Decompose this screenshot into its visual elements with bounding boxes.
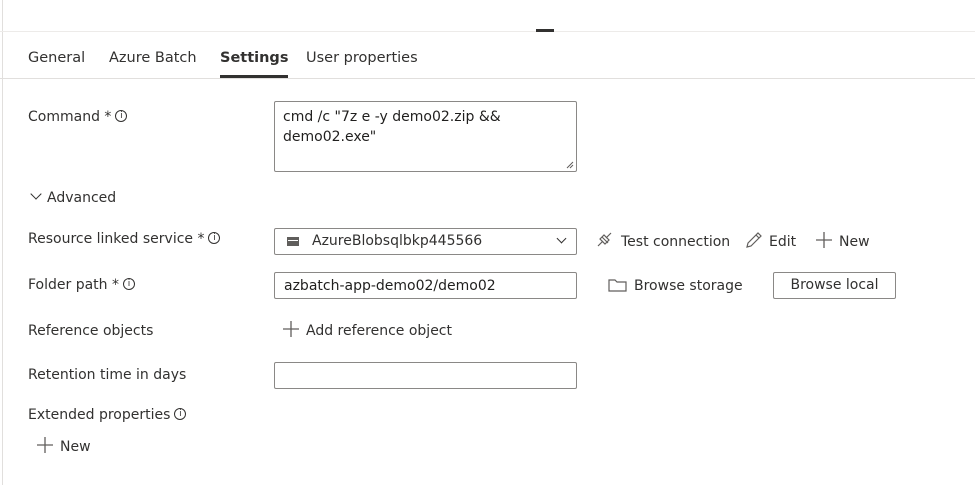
extended-label-row: Extended properties i (28, 407, 187, 423)
browse-local-button[interactable]: Browse local (773, 272, 896, 299)
browse-storage-button[interactable]: Browse storage (608, 276, 743, 296)
reference-label: Reference objects (28, 323, 154, 339)
new-linked-service-button[interactable]: New (815, 231, 870, 252)
test-connection-button[interactable]: Test connection (595, 231, 730, 252)
tab-general[interactable]: General (28, 44, 85, 72)
new-extended-property-button[interactable]: New (36, 436, 91, 457)
chevron-down-icon (30, 188, 42, 200)
resource-label: Resource linked service * (28, 231, 205, 247)
info-icon: i (208, 232, 221, 244)
plug-icon (597, 232, 612, 247)
info-icon: i (123, 278, 135, 290)
retention-label: Retention time in days (28, 367, 187, 383)
folder-icon (608, 279, 627, 292)
edit-label: Edit (769, 234, 797, 250)
tab-bar: General Azure Batch Settings User proper… (0, 44, 975, 79)
folder-label-row: Folder path * i (28, 277, 135, 293)
command-line-1: cmd /c "7z e -y demo02.zip && (283, 109, 501, 125)
command-textarea[interactable]: cmd /c "7z e -y demo02.zip && demo02.exe… (274, 101, 577, 172)
browse-storage-label: Browse storage (634, 278, 743, 294)
extended-label: Extended properties (28, 407, 171, 423)
tab-azure-batch[interactable]: Azure Batch (109, 44, 197, 72)
new-extended-label: New (60, 439, 91, 455)
folder-label: Folder path * (28, 277, 119, 293)
plus-icon (283, 321, 299, 337)
linked-service-select[interactable]: AzureBlobsqlbkp445566 (274, 228, 577, 255)
command-label: Command * (28, 109, 112, 125)
resize-grip-icon[interactable] (566, 161, 574, 169)
advanced-toggle[interactable]: Advanced (29, 188, 117, 206)
info-icon: i (115, 110, 128, 122)
folder-path-input[interactable] (274, 272, 577, 299)
resize-handle[interactable] (536, 29, 554, 32)
new-label: New (839, 234, 870, 250)
resource-label-row: Resource linked service * i (28, 231, 221, 247)
pencil-icon (746, 232, 762, 248)
command-line-2: demo02.exe" (283, 129, 377, 145)
edit-button[interactable]: Edit (745, 231, 796, 252)
test-connection-label: Test connection (621, 234, 731, 250)
linked-service-value: AzureBlobsqlbkp445566 (312, 233, 483, 249)
tab-settings[interactable]: Settings (220, 44, 289, 78)
plus-icon (37, 437, 53, 453)
add-reference-label: Add reference object (306, 323, 452, 339)
chevron-down-icon (556, 233, 567, 244)
top-divider (0, 31, 975, 32)
add-reference-object-button[interactable]: Add reference object (282, 320, 452, 341)
storage-icon (287, 237, 299, 246)
retention-input[interactable] (274, 362, 577, 389)
tab-user-properties[interactable]: User properties (306, 44, 418, 72)
advanced-label: Advanced (47, 190, 117, 206)
info-icon: i (174, 408, 187, 420)
plus-icon (816, 232, 832, 248)
command-label-row: Command * i (28, 109, 128, 125)
